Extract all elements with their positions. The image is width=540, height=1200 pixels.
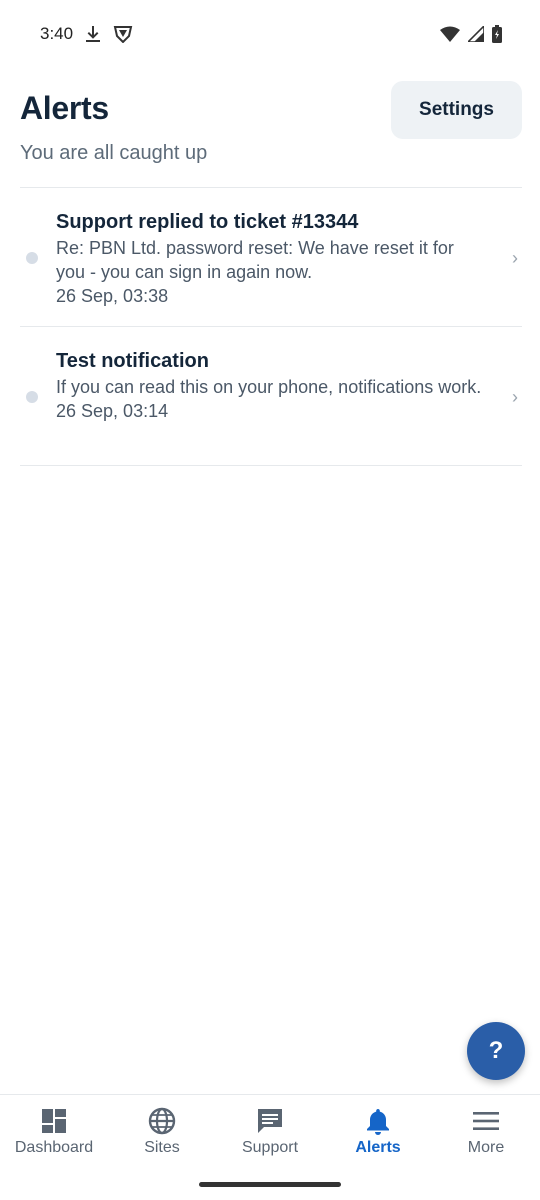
nav-label-alerts: Alerts <box>355 1139 401 1156</box>
chevron-right-icon: › <box>512 248 518 268</box>
vpn-shield-icon <box>113 25 133 43</box>
chevron-right-icon: › <box>512 387 518 407</box>
nav-item-dashboard[interactable]: Dashboard <box>0 1095 108 1166</box>
battery-icon <box>492 25 502 43</box>
alert-item[interactable]: Support replied to ticket #13344 Re: PBN… <box>20 188 522 327</box>
nav-item-more[interactable]: More <box>432 1095 540 1166</box>
help-button[interactable]: ? <box>467 1022 525 1080</box>
alert-body: If you can read this on your phone, noti… <box>56 377 482 397</box>
alert-body: Re: PBN Ltd. password reset: We have res… <box>56 238 454 282</box>
settings-button[interactable]: Settings <box>391 81 522 139</box>
page-title: Alerts <box>20 90 109 126</box>
alert-time: 26 Sep, 03:14 <box>56 401 169 421</box>
help-label: ? <box>488 1037 504 1064</box>
nav-label-more: More <box>467 1139 505 1156</box>
nav-item-support[interactable]: Support <box>216 1095 324 1166</box>
alert-list: Support replied to ticket #13344 Re: PBN… <box>20 188 522 466</box>
nav-label-support: Support <box>241 1139 299 1156</box>
cell-signal-icon <box>468 26 484 42</box>
alert-content: Test notification If you can read this o… <box>56 349 486 423</box>
alert-content: Support replied to ticket #13344 Re: PBN… <box>56 210 486 308</box>
nav-label-sites: Sites <box>144 1139 180 1156</box>
alert-item[interactable]: Test notification If you can read this o… <box>20 327 522 466</box>
nav-label-dashboard: Dashboard <box>14 1139 94 1156</box>
page-header: Alerts Settings You are all caught up <box>20 80 522 190</box>
alert-title: Test notification <box>56 350 209 372</box>
alert-title: Support replied to ticket #13344 <box>56 211 359 233</box>
home-indicator[interactable] <box>199 1182 341 1187</box>
nav-item-alerts[interactable]: Alerts <box>324 1095 432 1166</box>
wifi-icon <box>440 26 460 42</box>
chat-icon <box>256 1107 284 1135</box>
bottom-nav: Dashboard Sites Support Alerts More <box>0 1094 540 1166</box>
status-dot <box>26 391 38 403</box>
dashboard-icon <box>41 1107 67 1135</box>
nav-item-sites[interactable]: Sites <box>108 1095 216 1166</box>
bell-icon <box>365 1107 391 1135</box>
download-icon <box>85 25 101 43</box>
status-dot <box>26 252 38 264</box>
status-time: 3:40 <box>40 24 74 43</box>
alert-time: 26 Sep, 03:38 <box>56 286 169 306</box>
alerts-screen: 3:40 Alerts Settings You are all caught … <box>0 0 540 1200</box>
status-right <box>440 25 502 43</box>
status-left: 3:40 <box>40 24 133 44</box>
status-bar: 3:40 <box>0 0 540 68</box>
page-subtitle: You are all caught up <box>20 142 208 164</box>
globe-icon <box>148 1107 176 1135</box>
menu-icon <box>472 1107 500 1135</box>
